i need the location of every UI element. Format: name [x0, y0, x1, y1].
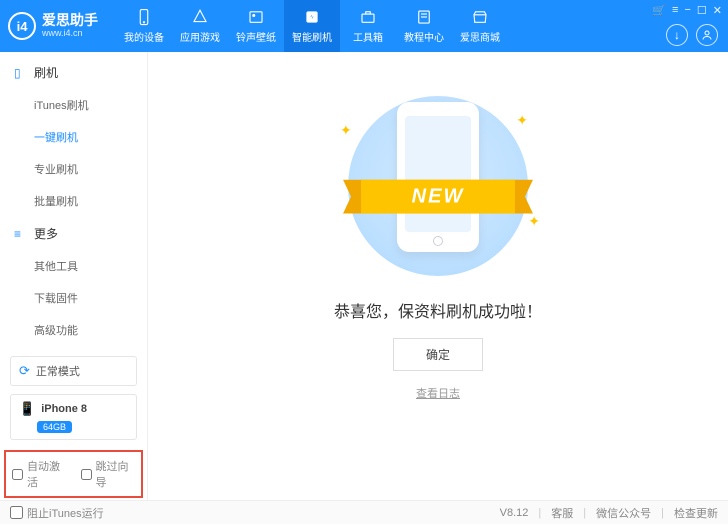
mode-box[interactable]: ⟳ 正常模式 [10, 356, 137, 386]
version-label: V8.12 [500, 507, 529, 519]
close-button[interactable]: ✕ [713, 4, 722, 17]
sparkle-icon: ✦ [340, 122, 352, 139]
sidebar-item-download-firmware[interactable]: 下载固件 [0, 282, 147, 314]
more-icon: ≡ [14, 227, 28, 241]
device-capacity: 64GB [37, 421, 72, 433]
skip-guide-checkbox[interactable]: 跳过向导 [81, 458, 136, 490]
user-icon[interactable] [696, 24, 718, 46]
flash-options-row: 自动激活 跳过向导 [4, 450, 143, 498]
window-controls: 🛒 ≡ − ☐ ✕ [652, 4, 722, 17]
maximize-button[interactable]: ☐ [697, 4, 707, 17]
phone-icon: ▯ [14, 66, 28, 80]
nav-toolbox[interactable]: 工具箱 [340, 0, 396, 52]
nav-ringtones[interactable]: 铃声壁纸 [228, 0, 284, 52]
flash-icon [303, 8, 321, 26]
app-logo: i4 爱思助手 www.i4.cn [8, 12, 98, 40]
refresh-icon: ⟳ [19, 363, 30, 379]
image-icon [247, 8, 265, 26]
sidebar: ▯ 刷机 iTunes刷机 一键刷机 专业刷机 批量刷机 ≡ 更多 其他工具 下… [0, 52, 148, 500]
header-right: ↓ [666, 24, 718, 46]
device-box[interactable]: 📱 iPhone 8 64GB [10, 394, 137, 440]
sidebar-section-more: ≡ 更多 [0, 217, 147, 250]
view-log-link[interactable]: 查看日志 [416, 385, 460, 401]
support-link[interactable]: 客服 [551, 505, 573, 521]
sidebar-item-other-tools[interactable]: 其他工具 [0, 250, 147, 282]
wechat-link[interactable]: 微信公众号 [596, 505, 651, 521]
nav-apps[interactable]: 应用游戏 [172, 0, 228, 52]
logo-icon: i4 [8, 12, 36, 40]
nav-tutorials[interactable]: 教程中心 [396, 0, 452, 52]
confirm-button[interactable]: 确定 [393, 338, 483, 371]
main-content: NEW ✦ ✦ ✦ 恭喜您，保资料刷机成功啦！ 确定 查看日志 [148, 52, 728, 500]
download-icon[interactable]: ↓ [666, 24, 688, 46]
phone-icon [135, 8, 153, 26]
block-itunes-checkbox[interactable]: 阻止iTunes运行 [10, 505, 104, 521]
menu-icon[interactable]: ≡ [672, 4, 678, 17]
check-update-link[interactable]: 检查更新 [674, 505, 718, 521]
device-name: iPhone 8 [41, 403, 87, 415]
new-ribbon: NEW [343, 172, 533, 220]
toolbox-icon [359, 8, 377, 26]
success-message: 恭喜您，保资料刷机成功啦！ [334, 298, 542, 322]
apps-icon [191, 8, 209, 26]
auto-activate-checkbox[interactable]: 自动激活 [12, 458, 67, 490]
store-icon [471, 8, 489, 26]
sidebar-section-flash: ▯ 刷机 [0, 56, 147, 89]
sidebar-item-itunes-flash[interactable]: iTunes刷机 [0, 89, 147, 121]
status-bar: 阻止iTunes运行 V8.12 | 客服 | 微信公众号 | 检查更新 [0, 500, 728, 524]
success-illustration: NEW ✦ ✦ ✦ [328, 92, 548, 280]
minimize-button[interactable]: − [684, 4, 690, 17]
sparkle-icon: ✦ [528, 213, 540, 230]
book-icon [415, 8, 433, 26]
top-nav: 我的设备 应用游戏 铃声壁纸 智能刷机 工具箱 教程中心 爱思商城 [116, 0, 508, 52]
sidebar-item-oneclick-flash[interactable]: 一键刷机 [0, 121, 147, 153]
mode-label: 正常模式 [36, 363, 80, 379]
nav-store[interactable]: 爱思商城 [452, 0, 508, 52]
nav-flash[interactable]: 智能刷机 [284, 0, 340, 52]
app-header: i4 爱思助手 www.i4.cn 我的设备 应用游戏 铃声壁纸 智能刷机 工具… [0, 0, 728, 52]
app-body: ▯ 刷机 iTunes刷机 一键刷机 专业刷机 批量刷机 ≡ 更多 其他工具 下… [0, 52, 728, 500]
sidebar-item-advanced[interactable]: 高级功能 [0, 314, 147, 346]
app-name: 爱思助手 [42, 13, 98, 28]
sidebar-item-batch-flash[interactable]: 批量刷机 [0, 185, 147, 217]
sidebar-item-pro-flash[interactable]: 专业刷机 [0, 153, 147, 185]
phone-icon: 📱 [19, 401, 35, 417]
nav-my-device[interactable]: 我的设备 [116, 0, 172, 52]
sparkle-icon: ✦ [516, 112, 528, 129]
cart-icon[interactable]: 🛒 [652, 4, 666, 17]
app-url: www.i4.cn [42, 29, 98, 39]
